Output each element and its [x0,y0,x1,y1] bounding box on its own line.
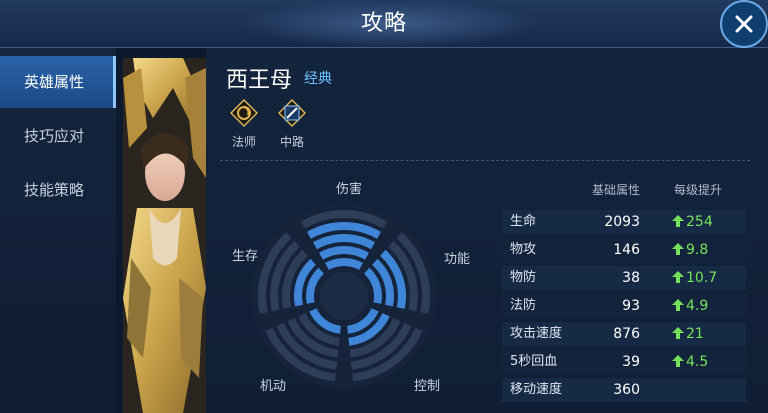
sidebar-item-label: 英雄属性 [24,73,85,91]
stat-growth-value: 10.7 [686,270,718,286]
section-divider [220,160,750,161]
mage-icon [229,98,259,128]
up-arrow-icon [672,327,684,339]
stat-row: 法防 93 4.9 [502,294,746,318]
hero-portrait-art [123,58,206,413]
radar-hub [320,272,368,320]
radar-label-damage: 伤害 [336,182,363,197]
radar-label-ability: 功能 [444,252,471,267]
role-label: 法师 [231,135,256,149]
stat-row: 生命 2093 254 [502,210,746,234]
hero-difficulty-tag: 经典 [304,71,332,87]
title-bar: 攻略 [0,0,768,48]
up-arrow-icon [672,299,684,311]
stat-growth-value: 4.9 [686,298,709,314]
stat-name: 法防 [510,298,537,313]
stats-header-base: 基础属性 [592,183,641,197]
stat-base-value: 2093 [604,214,640,230]
stat-name: 物攻 [510,242,537,257]
stat-base-value: 39 [622,354,640,370]
stat-name: 生命 [510,214,537,229]
sidebar-item-skill-strategy[interactable]: 技能策略 [0,164,116,216]
mid-lane-icon [277,98,307,128]
radar-label-survival: 生存 [232,249,259,264]
stat-growth: 4.5 [672,350,708,374]
up-arrow-icon [672,271,684,283]
stat-growth: 21 [672,322,704,346]
stat-base-value: 146 [613,242,640,258]
role-label: 中路 [279,135,304,149]
stat-growth-value: 9.8 [686,242,709,258]
sidebar-item-label: 技能策略 [24,181,85,199]
stat-row: 移动速度 360 [502,378,746,402]
stat-base-value: 38 [622,270,640,286]
sidebar-item-label: 技巧应对 [24,127,85,145]
sidebar: 英雄属性 技巧应对 技能策略 [0,48,116,413]
stat-name: 5秒回血 [510,354,558,369]
stat-row: 5秒回血 39 4.5 [502,350,746,374]
radar-label-mobility: 机动 [260,379,287,394]
stat-growth: 9.8 [672,238,708,262]
stat-growth: 10.7 [672,266,717,290]
stat-base-value: 360 [613,382,640,398]
stat-base-value: 93 [622,298,640,314]
stat-row: 物攻 146 9.8 [502,238,746,262]
hero-name: 西王母 [226,68,293,93]
role-mage: 法师 [224,98,264,149]
stat-name: 攻击速度 [510,326,563,341]
radar-label-control: 控制 [414,379,441,394]
stat-name: 物防 [510,270,537,285]
close-button[interactable] [720,0,768,48]
stat-row: 物防 38 10.7 [502,266,746,290]
stats-header-growth: 每级提升 [674,183,723,197]
hero-portrait [123,58,206,413]
stat-growth: 254 [672,210,713,234]
stat-growth: 4.9 [672,294,708,318]
stat-row: 攻击速度 876 21 [502,322,746,346]
up-arrow-icon [672,243,684,255]
attribute-radar [252,204,436,388]
stat-name: 移动速度 [510,382,563,397]
sidebar-item-tips-counters[interactable]: 技巧应对 [0,110,116,162]
hero-detail-panel: 西王母 经典 法师 中路 伤害 功能 控制 机动 生存 基础属性 每级提升 生命… [206,48,768,413]
role-mid-lane: 中路 [272,98,312,149]
sidebar-item-hero-attributes[interactable]: 英雄属性 [0,56,116,108]
stat-base-value: 876 [613,326,640,342]
stat-growth-value: 21 [686,326,704,342]
close-icon [735,15,753,33]
stat-growth-value: 4.5 [686,354,709,370]
up-arrow-icon [672,215,684,227]
page-title: 攻略 [360,11,407,36]
up-arrow-icon [672,355,684,367]
stat-growth-value: 254 [686,214,713,230]
